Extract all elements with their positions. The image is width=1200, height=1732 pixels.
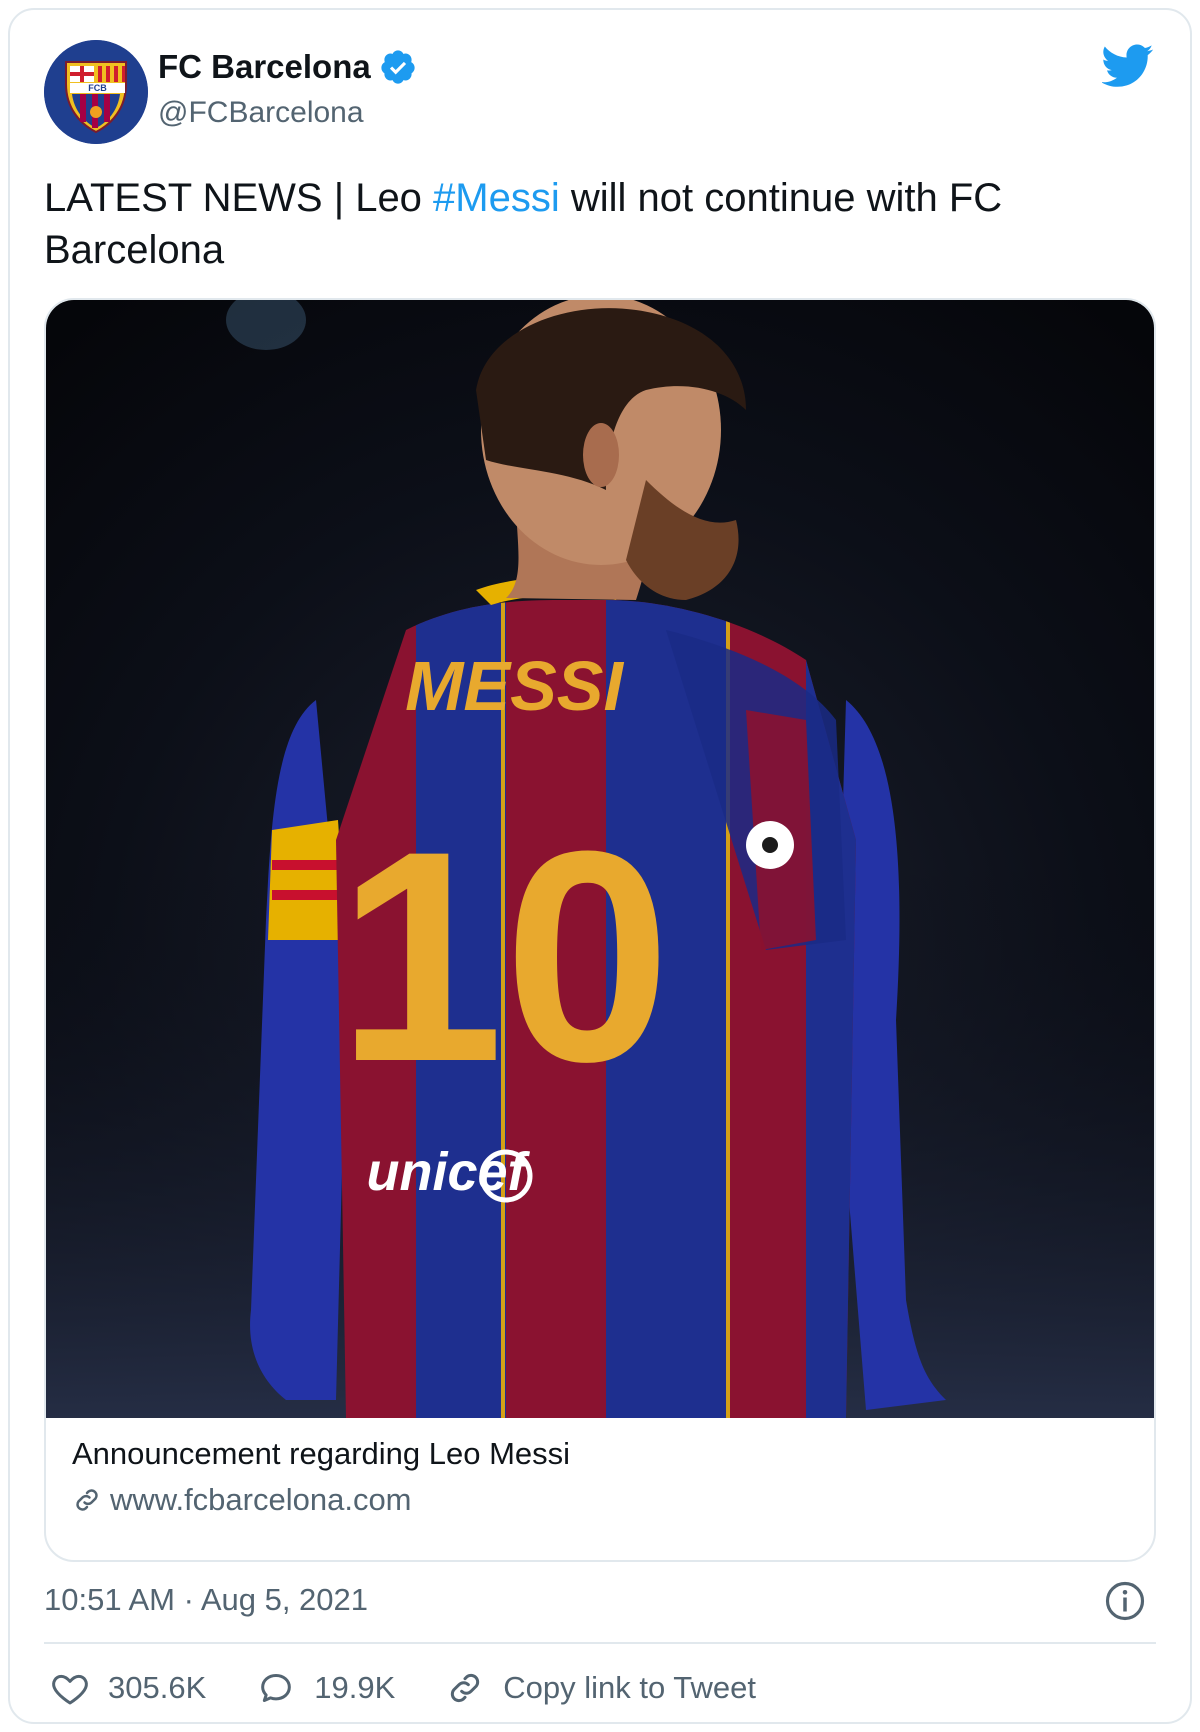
like-count: 305.6K [108, 1670, 207, 1705]
verified-badge-icon [381, 50, 415, 84]
tweet-text: LATEST NEWS | Leo #Messi will not contin… [44, 172, 1124, 276]
tweet-text-start: LATEST NEWS | Leo [44, 176, 434, 220]
reply-button[interactable]: 19.9K [256, 1668, 395, 1708]
tweet-card: FCB FC Barcelona @FCBarcelona LATEST NEW… [8, 8, 1192, 1724]
display-name-row: FC Barcelona [158, 48, 417, 86]
reply-count: 19.9K [314, 1670, 396, 1705]
fcb-crest-icon: FCB [44, 40, 148, 144]
tweet-actions: 305.6K 19.9K Copy link to Tweet [50, 1668, 806, 1708]
copy-link-label: Copy link to Tweet [503, 1670, 757, 1705]
copy-link-button[interactable]: Copy link to Tweet [445, 1668, 756, 1708]
hashtag-link[interactable]: #Messi [433, 176, 560, 220]
link-domain-row[interactable]: www.fcbarcelona.com [72, 1482, 412, 1518]
heart-icon [52, 1674, 88, 1705]
link-icon [451, 1673, 480, 1703]
twitter-bird-icon[interactable] [1102, 44, 1154, 88]
divider [44, 1642, 1156, 1644]
link-title[interactable]: Announcement regarding Leo Messi [72, 1436, 570, 1472]
like-button[interactable]: 305.6K [50, 1668, 206, 1708]
svg-text:FCB: FCB [88, 83, 107, 93]
account-handle[interactable]: @FCBarcelona [158, 96, 364, 130]
info-icon[interactable] [1104, 1580, 1146, 1622]
jersey-name: MESSI [405, 647, 624, 725]
avatar[interactable]: FCB [44, 40, 148, 144]
link-preview-card[interactable]: MESSI 10 unicef Announcement regarding L… [44, 298, 1156, 1562]
jersey-number: 10 [337, 788, 671, 1124]
tweet-timestamp[interactable]: 10:51 AM · Aug 5, 2021 [44, 1582, 368, 1618]
link-domain: www.fcbarcelona.com [110, 1482, 412, 1517]
link-icon [76, 1489, 98, 1511]
display-name[interactable]: FC Barcelona [158, 48, 371, 86]
reply-bubble-icon [261, 1674, 292, 1702]
player-photo[interactable]: MESSI 10 unicef [46, 300, 1154, 1418]
